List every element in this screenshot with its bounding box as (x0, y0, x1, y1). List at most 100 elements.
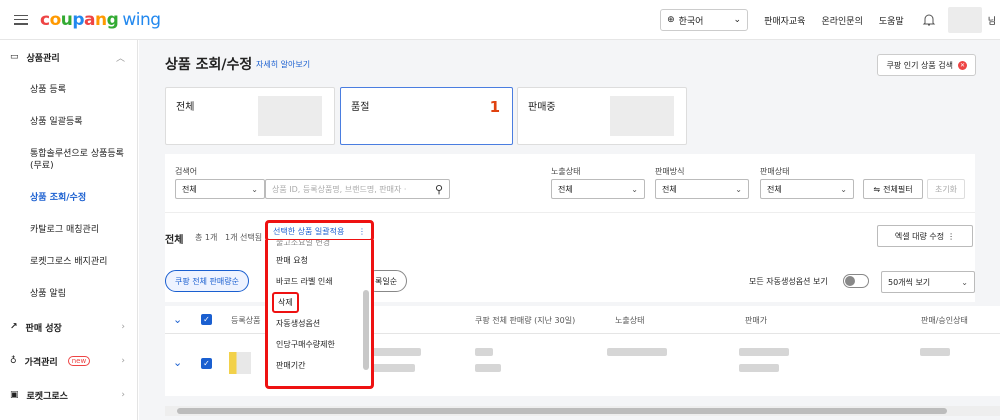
reset-button[interactable]: 초기화 (927, 179, 965, 199)
sort-sales-pill[interactable]: 쿠팡 전체 판매량순 (165, 270, 249, 292)
button-label: 전체필터 (883, 184, 913, 194)
chevron-up-icon: ︿ (115, 53, 125, 64)
expand-row-icon[interactable]: ⌄ (173, 356, 182, 369)
scrollbar-thumb[interactable] (177, 408, 947, 414)
filter-icon: ⇋ (873, 184, 881, 194)
card-count-placeholder (610, 96, 674, 136)
hamburger-menu-icon[interactable] (14, 14, 28, 25)
bulk-apply-menu: 출고소요일 변경 판매 요청 바코드 라벨 인쇄 삭제 자동생성옵션 인당구매수… (265, 240, 374, 389)
row-checkbox[interactable]: ✓ (201, 358, 212, 369)
select-value: 전체 (182, 184, 197, 194)
more-vertical-icon: ⋮ (947, 231, 956, 241)
more-vertical-icon: ⋮ (358, 226, 366, 236)
card-count-placeholder (258, 96, 322, 136)
language-value: 한국어 (678, 16, 704, 27)
popular-products-button[interactable]: 쿠팡 인기 상품 검색 ✕ (877, 54, 976, 76)
chevron-right-icon: › (121, 322, 125, 332)
menu-item-auto-option[interactable]: 자동생성옵션 (268, 313, 371, 334)
card-label: 품절 (351, 102, 370, 113)
truck-icon: ▣ (10, 390, 19, 400)
sidebar-item-product-view[interactable]: 상품 조회/수정 (0, 182, 137, 214)
sidebar-group-label: 상품관리 (26, 53, 60, 64)
help-link[interactable]: 도움말 (879, 14, 904, 27)
product-name-redacted (371, 348, 421, 356)
price-redacted (739, 348, 789, 356)
sidebar-group-label: 로켓그로스 (26, 391, 68, 402)
product-id-redacted (371, 364, 415, 372)
coupang-wing-logo[interactable]: coupang wing (40, 10, 161, 30)
close-icon: ✕ (958, 60, 967, 70)
status-select[interactable]: 전체 ⌄ (760, 179, 854, 199)
page-title: 상품 조회/수정 (165, 57, 253, 73)
product-thumbnail (229, 352, 251, 374)
sidebar-item-alerts[interactable]: 상품 알림 (0, 278, 137, 310)
dropdown-label: 선택한 상품 일괄적용 (273, 226, 345, 236)
chevron-right-icon: › (121, 390, 125, 400)
main-content: 상품 조회/수정 자세히 알아보기 쿠팡 인기 상품 검색 ✕ 전체 품절 1 판매… (139, 40, 1000, 420)
menu-item-delete[interactable]: 삭제 (268, 292, 371, 313)
sidebar: ▭ 상품관리 ︿ 상품 등록 상품 일괄등록 통합솔루션으로 상품등록 (무료) 상… (0, 40, 138, 420)
search-placeholder: 상품 ID, 등록상품명, 브랜드명, 판매자 · (272, 184, 407, 194)
menu-item-sale-period[interactable]: 판매기간 (268, 355, 371, 376)
exposure-select[interactable]: 전체 ⌄ (551, 179, 645, 199)
page-size-select[interactable]: 50개씩 보기 ⌄ (881, 271, 975, 293)
learn-more-link[interactable]: 자세히 알아보기 (256, 59, 310, 70)
sales-redacted (475, 348, 493, 356)
top-bar: coupang wing ⊕ 한국어 ⌄ 판매자교육 온라인문의 도움말 님 (0, 0, 1000, 40)
menu-item-purchase-limit[interactable]: 인당구매수량제한 (268, 334, 371, 355)
col-sales: 쿠팡 전체 판매량 (지난 30일) (475, 316, 576, 325)
sidebar-group-product[interactable]: ▭ 상품관리 ︿ (0, 40, 137, 74)
sidebar-item-register[interactable]: 상품 등록 (0, 74, 137, 106)
menu-item-sale-request[interactable]: 판매 요청 (268, 250, 371, 271)
select-value: 전체 (558, 184, 573, 194)
sidebar-group-label: 판매 성장 (25, 323, 62, 334)
select-value: 50개씩 보기 (888, 277, 931, 287)
menu-item-partial[interactable]: 출고소요일 변경 (268, 240, 371, 250)
card-count: 1 (489, 98, 500, 116)
menu-scrollbar[interactable] (363, 290, 369, 370)
card-onsale[interactable]: 판매중 (517, 87, 687, 145)
card-all[interactable]: 전체 (165, 87, 335, 145)
search-icon[interactable]: ⚲ (435, 183, 443, 196)
sidebar-item-solution[interactable]: 통합솔루션으로 상품등록 (무료) (0, 138, 137, 182)
search-label: 검색어 (175, 167, 198, 176)
chevron-right-icon: › (121, 356, 125, 366)
sidebar-group-growth[interactable]: ↗ 판매 성장 › (0, 310, 137, 344)
sidebar-item-rocket-badge[interactable]: 로켓그로스 배지관리 (0, 246, 137, 278)
select-value: 전체 (662, 184, 677, 194)
horizontal-scrollbar[interactable] (165, 406, 1000, 416)
excel-bulk-edit-button[interactable]: 엑셀 대량 수정 ⋮ (877, 225, 973, 247)
sidebar-item-catalog[interactable]: 카탈로그 매칭관리 (0, 214, 137, 246)
menu-item-barcode[interactable]: 바코드 라벨 인쇄 (268, 271, 371, 292)
button-label: 엑셀 대량 수정 (894, 231, 945, 241)
list-heading: 전체 (165, 235, 184, 246)
select-all-checkbox[interactable]: ✓ (201, 314, 212, 325)
avatar[interactable] (947, 7, 982, 33)
auto-option-toggle[interactable] (843, 274, 869, 288)
sidebar-group-rocket[interactable]: ▣ 로켓그로스 › (0, 378, 137, 412)
chevron-down-icon: ⌄ (840, 184, 847, 194)
filter-panel: 검색어 전체 ⌄ 상품 ID, 등록상품명, 브랜드명, 판매자 · ⚲ 노출상태 … (165, 154, 975, 212)
exposure-redacted (607, 348, 667, 356)
online-inquiry-link[interactable]: 온라인문의 (821, 14, 862, 27)
trend-icon: ↗ (10, 322, 18, 332)
user-suffix: 님 (987, 16, 996, 27)
sidebar-group-price[interactable]: ♁ 가격관리 new › (0, 344, 137, 378)
search-input[interactable]: 상품 ID, 등록상품명, 브랜드명, 판매자 · ⚲ (265, 179, 450, 199)
card-soldout[interactable]: 품절 1 (340, 87, 513, 145)
seller-education-link[interactable]: 판매자교육 (764, 14, 805, 27)
bulk-apply-dropdown[interactable]: 선택한 상품 일괄적용 ⋮ (265, 220, 374, 242)
chevron-down-icon: ⌄ (631, 184, 638, 194)
sidebar-item-bulk-register[interactable]: 상품 일괄등록 (0, 106, 137, 138)
chevron-down-icon: ⌄ (735, 184, 742, 194)
language-select[interactable]: ⊕ 한국어 ⌄ (660, 9, 749, 31)
expand-all-icon[interactable]: ⌄ (173, 313, 182, 326)
bell-icon[interactable] (922, 13, 936, 27)
method-select[interactable]: 전체 ⌄ (655, 179, 749, 199)
all-filter-button[interactable]: ⇋ 전체필터 (863, 179, 923, 199)
col-price: 판매가 (745, 316, 768, 325)
status-label: 판매상태 (760, 167, 790, 176)
card-label: 판매중 (528, 102, 556, 113)
search-scope-select[interactable]: 전체 ⌄ (175, 179, 265, 199)
total-count: 총 1개 (195, 233, 218, 242)
